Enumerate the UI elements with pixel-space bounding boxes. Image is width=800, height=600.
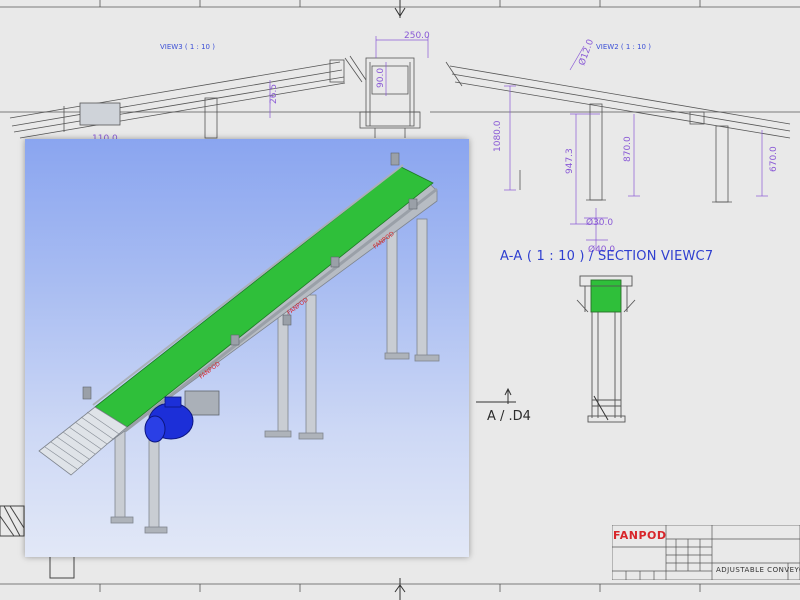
title-block-logo: FANPOD <box>613 529 667 542</box>
dim-left-angle: 26.5 <box>269 84 279 104</box>
conveyor-render-graphic: FANPOD FANPOD FANPOD <box>38 152 440 534</box>
view3-side-view <box>0 55 420 139</box>
detail-label: A / .D4 <box>487 409 531 424</box>
dim-diameter-bottom-1: Ø30.0 <box>586 217 613 228</box>
conveyor-clamps <box>82 152 418 400</box>
dim-top-width: 250.0 <box>404 31 430 41</box>
conveyor-3d-render: FANPOD FANPOD FANPOD <box>25 139 469 557</box>
center-mark-top <box>394 0 406 18</box>
view2-side-view <box>430 61 800 203</box>
title-block: FANPOD ADJUSTABLE CONVEYOR <box>612 525 800 580</box>
dim-height-c: 670.0 <box>769 146 779 172</box>
detail-cut-marker <box>476 387 516 404</box>
dim-top-height: 90.0 <box>376 68 386 88</box>
view2-label: VIEW2 ( 1 : 10 ) <box>596 43 651 51</box>
dim-height-b: 870.0 <box>623 136 633 162</box>
end-view <box>359 57 421 138</box>
conveyor-rail-far <box>92 164 404 406</box>
title-block-drawing-name: ADJUSTABLE CONVEYOR <box>716 566 800 574</box>
dim-total-height: 1080.0 <box>493 120 503 152</box>
section-view <box>576 275 636 423</box>
center-mark-bottom <box>394 578 406 600</box>
dim-height-a: 947.3 <box>565 148 575 174</box>
conveyor-belt <box>94 166 434 428</box>
view3-label: VIEW3 ( 1 : 10 ) <box>160 43 215 51</box>
dim-diameter-top: Ø12.0 <box>576 38 596 68</box>
section-title: A-A ( 1 : 10 ) / SECTION VIEWC7 <box>500 249 714 264</box>
